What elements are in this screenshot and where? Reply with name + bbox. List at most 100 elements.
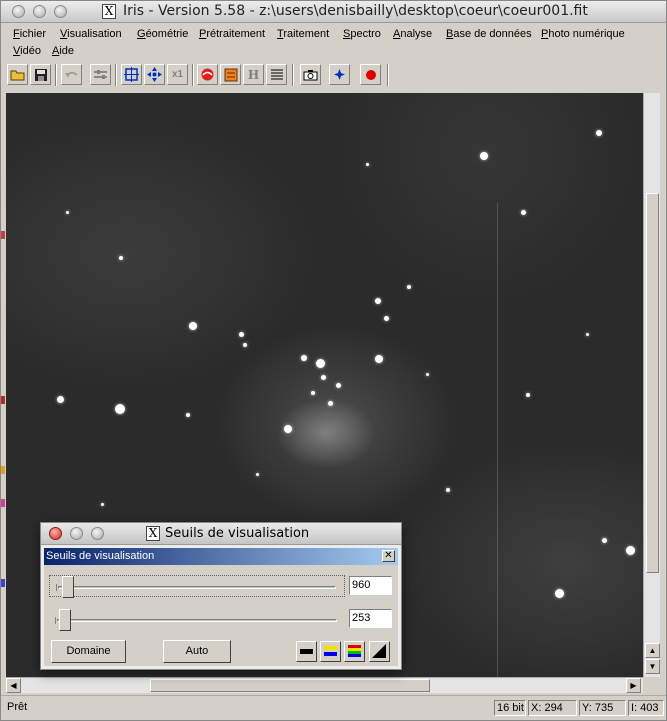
desktop-edge xyxy=(1,396,5,404)
toolbar-separator xyxy=(115,64,117,86)
dialog-zoom-button[interactable] xyxy=(91,527,104,540)
high-threshold-handle[interactable] xyxy=(62,576,74,598)
zoom-x1-button[interactable]: x1 xyxy=(167,64,188,85)
star xyxy=(301,355,307,361)
star xyxy=(596,130,602,136)
star xyxy=(602,538,607,543)
menu-fichier[interactable]: Fichier xyxy=(13,28,46,40)
star xyxy=(375,298,381,304)
toolbar-separator xyxy=(387,64,389,86)
low-threshold-slider[interactable] xyxy=(49,609,345,631)
star-target-icon[interactable] xyxy=(329,64,350,85)
status-bar: Prêt 16 bit X: 294 Y: 735 I: 403 xyxy=(1,695,666,721)
camera-icon[interactable] xyxy=(300,64,321,85)
status-message: Prêt xyxy=(7,701,28,713)
yellow-blue-palette-icon[interactable] xyxy=(320,641,341,662)
window-title: Iris - Version 5.58 - z:\users\denisbail… xyxy=(123,3,588,19)
menu-photo-numerique[interactable]: Photo numérique xyxy=(541,28,625,40)
zoom-window-button[interactable] xyxy=(54,5,67,18)
open-folder-icon[interactable] xyxy=(7,64,28,85)
toolbar-separator xyxy=(55,64,57,86)
star xyxy=(407,285,411,289)
sensor-column-artifact xyxy=(497,203,498,677)
dialog-window-title: Seuils de visualisation xyxy=(165,526,310,541)
low-threshold-handle[interactable] xyxy=(59,609,71,631)
menu-traitement[interactable]: Traitement xyxy=(277,28,329,40)
dialog-caption: Seuils de visualisation ✕ xyxy=(44,548,398,565)
star xyxy=(328,401,333,406)
scroll-left-arrow-icon[interactable]: ◀ xyxy=(6,678,21,693)
domaine-button[interactable]: Domaine xyxy=(51,640,126,663)
rainbow-palette-icon[interactable] xyxy=(344,641,365,662)
thresholds-dialog: X Seuils de visualisation Seuils de visu… xyxy=(40,522,402,670)
star xyxy=(586,333,589,336)
star xyxy=(384,316,389,321)
record-icon[interactable] xyxy=(360,64,381,85)
menu-video[interactable]: Vidéo xyxy=(13,45,41,57)
menu-analyse[interactable]: Analyse xyxy=(393,28,432,40)
x11-logo-icon: X xyxy=(146,526,160,541)
vertical-scroll-thumb[interactable] xyxy=(646,193,659,573)
undo-icon[interactable] xyxy=(61,64,82,85)
star xyxy=(426,373,429,376)
star xyxy=(311,391,315,395)
star xyxy=(526,393,530,397)
title-bar: X Iris - Version 5.58 - z:\users\denisba… xyxy=(1,1,666,23)
dialog-minimize-button[interactable] xyxy=(70,527,83,540)
star xyxy=(57,396,64,403)
horizontal-scrollbar[interactable]: ◀ ▶ xyxy=(6,677,643,693)
high-threshold-field[interactable]: 960 xyxy=(349,576,392,595)
zoom-fit-icon[interactable] xyxy=(121,64,142,85)
horizontal-scroll-thumb[interactable] xyxy=(150,679,430,692)
star xyxy=(119,256,123,260)
menu-pretraitement[interactable]: Prétraitement xyxy=(199,28,265,40)
toolbar-separator xyxy=(292,64,294,86)
menu-base-de-donnees[interactable]: Base de données xyxy=(446,28,532,40)
star xyxy=(256,473,259,476)
desktop-edge xyxy=(1,466,5,474)
scroll-right-arrow-icon[interactable]: ▶ xyxy=(626,678,641,693)
minimize-window-button[interactable] xyxy=(33,5,46,18)
star xyxy=(521,210,526,215)
pan-arrows-icon[interactable] xyxy=(144,64,165,85)
grayscale-palette-icon[interactable] xyxy=(296,641,317,662)
star xyxy=(336,383,341,388)
iris-main-window: X Iris - Version 5.58 - z:\users\denisba… xyxy=(0,0,667,721)
star xyxy=(239,332,244,337)
save-disk-icon[interactable] xyxy=(30,64,51,85)
toolbar: x1 H xyxy=(7,64,389,88)
vertical-scrollbar[interactable]: ▲ ▼ xyxy=(643,93,660,677)
scroll-up-arrow-icon[interactable]: ▲ xyxy=(645,643,660,658)
star xyxy=(284,425,292,433)
status-bit-depth: 16 bit xyxy=(494,700,526,716)
status-x-coord: X: 294 xyxy=(528,700,577,716)
low-threshold-field[interactable]: 253 xyxy=(349,609,392,628)
status-y-coord: Y: 735 xyxy=(579,700,626,716)
scroll-down-arrow-icon[interactable]: ▼ xyxy=(645,659,660,674)
caption-close-icon[interactable]: ✕ xyxy=(382,550,395,562)
menu-geometrie[interactable]: Géométrie xyxy=(137,28,188,40)
sliders-icon[interactable] xyxy=(90,64,111,85)
slider-tick xyxy=(56,584,58,591)
high-threshold-slider[interactable] xyxy=(49,575,345,598)
star xyxy=(243,343,247,347)
auto-button[interactable]: Auto xyxy=(163,640,231,663)
star xyxy=(626,546,635,555)
palette-icon[interactable] xyxy=(220,64,241,85)
dialog-close-button[interactable] xyxy=(49,527,62,540)
slider-groove xyxy=(58,586,336,589)
dialog-caption-text: Seuils de visualisation xyxy=(46,550,155,562)
histogram-button[interactable]: H xyxy=(243,64,264,85)
close-window-button[interactable] xyxy=(12,5,25,18)
swirl-icon[interactable] xyxy=(197,64,218,85)
list-icon[interactable] xyxy=(266,64,287,85)
desktop-edge xyxy=(1,231,5,239)
menu-visualisation[interactable]: Visualisation xyxy=(60,28,122,40)
menu-aide[interactable]: Aide xyxy=(52,45,74,57)
gradient-ramp-icon[interactable] xyxy=(369,641,390,662)
slider-tick xyxy=(55,617,57,624)
menu-spectro[interactable]: Spectro xyxy=(343,28,381,40)
dialog-title-bar[interactable]: X Seuils de visualisation xyxy=(41,523,401,545)
slider-groove xyxy=(57,619,337,622)
desktop-edge xyxy=(1,499,5,507)
